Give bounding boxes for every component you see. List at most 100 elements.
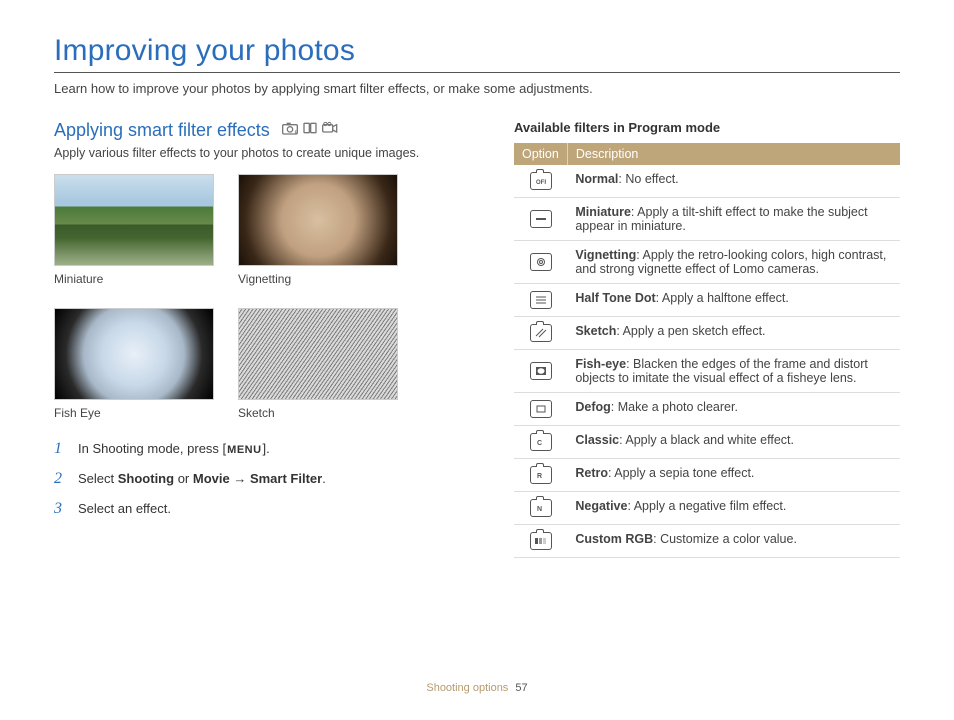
page-intro: Learn how to improve your photos by appl… — [54, 81, 900, 96]
thumb-miniature: Miniature — [54, 174, 214, 286]
footer-section: Shooting options — [426, 682, 508, 694]
filter-desc: Defog: Make a photo clearer. — [567, 393, 900, 426]
filters-table: Option Description OFF Normal: No effect.… — [514, 143, 900, 558]
page-footer: Shooting options 57 — [0, 682, 954, 694]
sample-image-fisheye — [54, 308, 214, 400]
page-title: Improving your photos — [54, 34, 900, 68]
section-heading: Applying smart filter effects — [54, 120, 270, 141]
subheading-row: Applying smart filter effects P — [54, 120, 474, 141]
table-row: Sketch: Apply a pen sketch effect. — [514, 317, 900, 350]
bold: Movie — [193, 471, 230, 486]
filter-icon-cell — [514, 393, 567, 426]
table-row: C Classic: Apply a black and white effect… — [514, 426, 900, 459]
camera-p-icon: P — [282, 121, 298, 140]
text: : Make a photo clearer. — [611, 400, 738, 414]
filter-icon-cell: N — [514, 492, 567, 525]
table-row: Half Tone Dot: Apply a halftone effect. — [514, 284, 900, 317]
text: ]. — [263, 441, 270, 456]
step-number: 1 — [54, 440, 68, 458]
th-option: Option — [514, 143, 567, 165]
filter-desc: Classic: Apply a black and white effect. — [567, 426, 900, 459]
text: Select — [78, 471, 118, 486]
table-row: R Retro: Apply a sepia tone effect. — [514, 459, 900, 492]
table-row: Vignetting: Apply the retro-looking colo… — [514, 241, 900, 284]
filter-icon-cell — [514, 241, 567, 284]
filter-icon-cell: C — [514, 426, 567, 459]
thumb-caption: Miniature — [54, 272, 214, 286]
text: or — [174, 471, 193, 486]
filter-name: Vignetting — [575, 248, 636, 262]
svg-text:C: C — [537, 440, 542, 447]
table-row: Fish-eye: Blacken the edges of the frame… — [514, 350, 900, 393]
text: : Apply a black and white effect. — [619, 433, 794, 447]
filter-defog-icon — [530, 400, 552, 418]
filter-desc: Custom RGB: Customize a color value. — [567, 525, 900, 558]
columns: Applying smart filter effects P Apply va… — [54, 120, 900, 558]
step-2: 2 Select Shooting or Movie → Smart Filte… — [54, 470, 474, 488]
filter-icon-cell — [514, 198, 567, 241]
sample-image-vignetting — [238, 174, 398, 266]
svg-text:P: P — [295, 129, 298, 134]
bold: Shooting — [118, 471, 174, 486]
filter-name: Retro — [575, 466, 608, 480]
steps-list: 1 In Shooting mode, press [MENU]. 2 Sele… — [54, 440, 474, 518]
sample-image-sketch — [238, 308, 398, 400]
thumbnail-grid: Miniature Vignetting Fish Eye Sketch — [54, 174, 474, 420]
filter-negative-icon: N — [530, 499, 552, 517]
filter-name: Custom RGB — [575, 532, 653, 546]
column-right: Available filters in Program mode Option… — [514, 120, 900, 558]
thumb-caption: Sketch — [238, 406, 398, 420]
text: : Apply a sepia tone effect. — [608, 466, 754, 480]
filter-desc: Half Tone Dot: Apply a halftone effect. — [567, 284, 900, 317]
svg-text:N: N — [537, 506, 542, 513]
filter-icon-cell — [514, 284, 567, 317]
thumb-sketch: Sketch — [238, 308, 398, 420]
thumb-fisheye: Fish Eye — [54, 308, 214, 420]
step-text: Select Shooting or Movie → Smart Filter. — [78, 471, 326, 486]
filter-halftone-icon — [530, 291, 552, 309]
filter-fisheye-icon — [530, 362, 552, 380]
thumb-vignetting: Vignetting — [238, 174, 398, 286]
column-left: Applying smart filter effects P Apply va… — [54, 120, 474, 558]
bold: Smart Filter — [250, 471, 322, 486]
step-1: 1 In Shooting mode, press [MENU]. — [54, 440, 474, 458]
step-text: Select an effect. — [78, 501, 171, 516]
step-3: 3 Select an effect. — [54, 500, 474, 518]
table-row: Miniature: Apply a tilt-shift effect to … — [514, 198, 900, 241]
filter-desc: Sketch: Apply a pen sketch effect. — [567, 317, 900, 350]
filter-name: Sketch — [575, 324, 616, 338]
svg-text:OFF: OFF — [536, 180, 546, 185]
filter-icon-cell — [514, 317, 567, 350]
page-number: 57 — [515, 682, 527, 694]
mode-icons: P — [282, 121, 338, 140]
filter-miniature-icon — [530, 210, 552, 228]
text: : Apply a negative film effect. — [627, 499, 786, 513]
filter-sketch-icon — [530, 324, 552, 342]
filter-name: Fish-eye — [575, 357, 626, 371]
document-page: Improving your photos Learn how to impro… — [0, 0, 954, 720]
svg-text:R: R — [537, 473, 542, 480]
filter-icon-cell: OFF — [514, 165, 567, 198]
th-description: Description — [567, 143, 900, 165]
thumb-caption: Vignetting — [238, 272, 398, 286]
movie-icon — [322, 121, 338, 140]
filter-desc: Vignetting: Apply the retro-looking colo… — [567, 241, 900, 284]
filter-name: Miniature — [575, 205, 631, 219]
filter-name: Defog — [575, 400, 610, 414]
filter-desc: Normal: No effect. — [567, 165, 900, 198]
arrow: → — [230, 471, 250, 486]
sample-image-miniature — [54, 174, 214, 266]
filter-name: Negative — [575, 499, 627, 513]
step-number: 2 — [54, 470, 68, 488]
filter-desc: Negative: Apply a negative film effect. — [567, 492, 900, 525]
filter-vignetting-icon — [530, 253, 552, 271]
thumb-caption: Fish Eye — [54, 406, 214, 420]
table-row: OFF Normal: No effect. — [514, 165, 900, 198]
filter-icon-cell — [514, 525, 567, 558]
text: : Apply a pen sketch effect. — [616, 324, 765, 338]
dual-icon — [302, 121, 318, 140]
filter-customrgb-icon — [530, 532, 552, 550]
filter-name: Classic — [575, 433, 619, 447]
menu-button-label: MENU — [226, 444, 262, 456]
table-header-row: Option Description — [514, 143, 900, 165]
